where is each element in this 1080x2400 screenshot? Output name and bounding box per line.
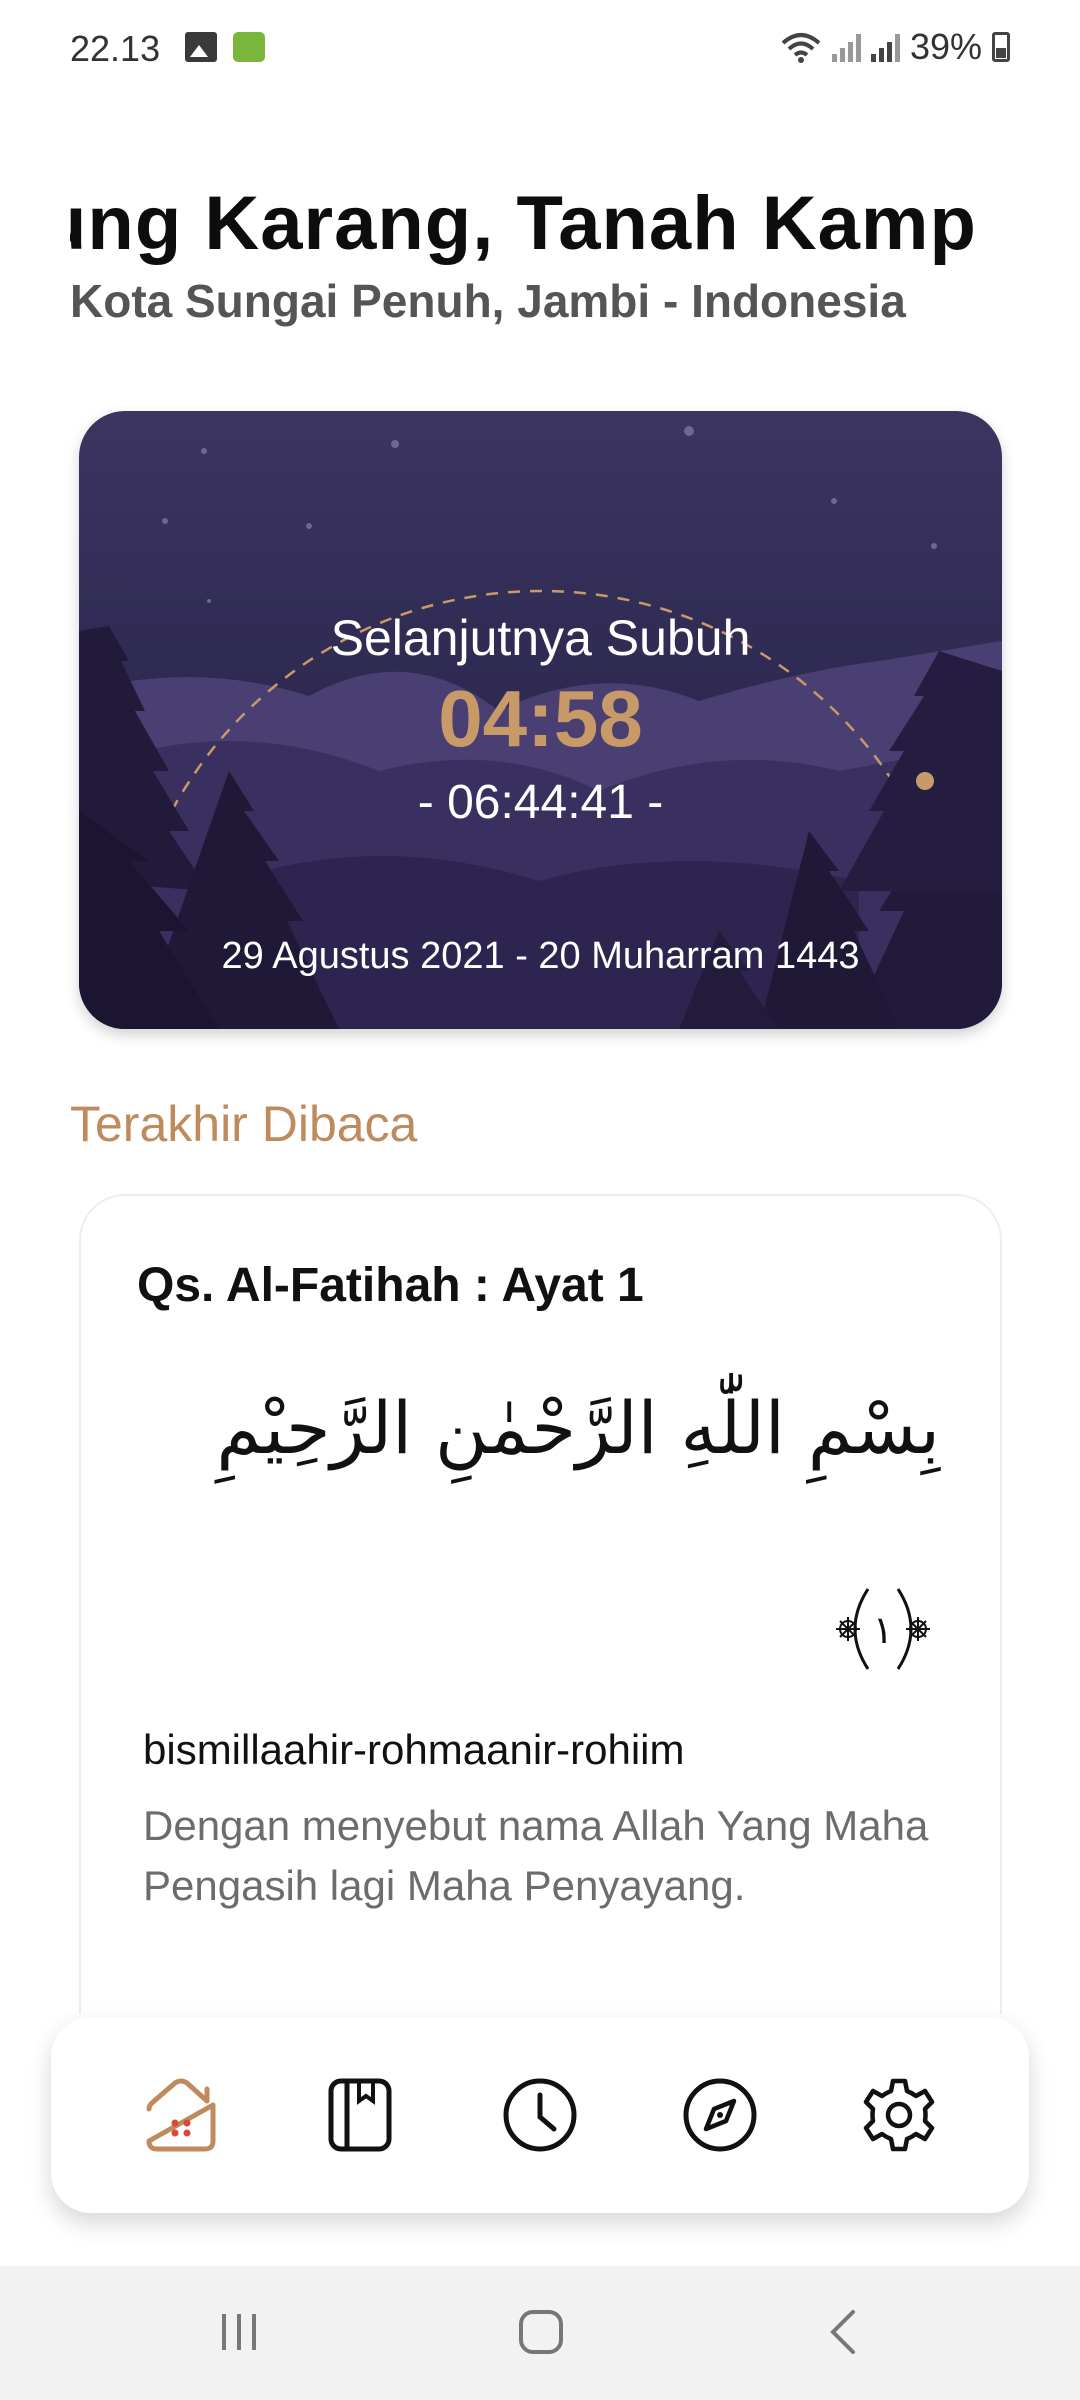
home-icon [146,2078,216,2152]
gallery-notification-icon [185,32,217,62]
location-title-text: ung Karang, Tanah Kamp [70,181,977,266]
home-system-icon [519,2310,563,2354]
surah-reference: Qs. Al-Fatihah : Ayat 1 [137,1259,644,1312]
transliteration: bismillaahir-rohmaanir-rohiim [143,1726,685,1773]
prayer-countdown: - 06:44:41 - [417,776,664,829]
recent-apps-button[interactable] [204,2300,274,2364]
status-time: 22.13 [70,28,161,69]
system-navigation-bar [0,2266,1080,2400]
ayah-number: ١ [873,1608,893,1652]
gear-icon [863,2078,935,2152]
status-system-icons: 39% [780,26,1010,68]
bottom-navigation [51,2017,1029,2213]
location-title: ung Karang, Tanah Kamp [70,180,1010,280]
status-notification-icons [185,32,265,62]
app-notification-icon [233,32,265,62]
arabic-verse: بِسْمِ اللّٰهِ الرَّحْمٰنِ الرَّحِيْمِ [216,1386,940,1470]
recent-apps-icon [222,2314,256,2350]
nav-quran[interactable] [305,2060,415,2170]
signal-sim1-icon [831,32,861,62]
last-read-title: Terakhir Dibaca [70,1096,418,1152]
battery-percent: 39% [909,26,982,67]
wifi-icon [781,33,821,63]
gregorian-hijri-date: 29 Agustus 2021 - 20 Muharram 1443 [221,935,860,977]
status-bar: 22.13 39% [0,0,1080,96]
back-icon [830,2310,855,2354]
nav-prayer-times[interactable] [485,2060,595,2170]
last-read-card[interactable]: Qs. Al-Fatihah : Ayat 1 بِسْمِ اللّٰهِ ا… [79,1194,1002,2014]
compass-icon [683,2078,757,2152]
home-system-button[interactable] [506,2300,576,2364]
nav-home[interactable] [126,2060,236,2170]
translation: Dengan menyebut nama Allah Yang Maha Pen… [143,1802,929,1909]
battery-icon [992,32,1010,62]
next-prayer-time: 04:58 [438,674,643,763]
next-prayer-label: Selanjutnya Subuh [330,610,751,666]
quran-book-icon [328,2078,392,2152]
signal-sim2-icon [870,32,900,62]
clock-icon [503,2078,577,2152]
back-system-button[interactable] [808,2300,878,2364]
ayah-number-marker: ١ [836,1588,930,1670]
nav-qibla[interactable] [665,2060,775,2170]
nav-settings[interactable] [844,2060,954,2170]
location-subtitle: Kota Sungai Penuh, Jambi - Indonesia [70,275,906,327]
prayer-time-card[interactable]: Selanjutnya Subuh 04:58 - 06:44:41 - 29 … [79,411,1002,1029]
